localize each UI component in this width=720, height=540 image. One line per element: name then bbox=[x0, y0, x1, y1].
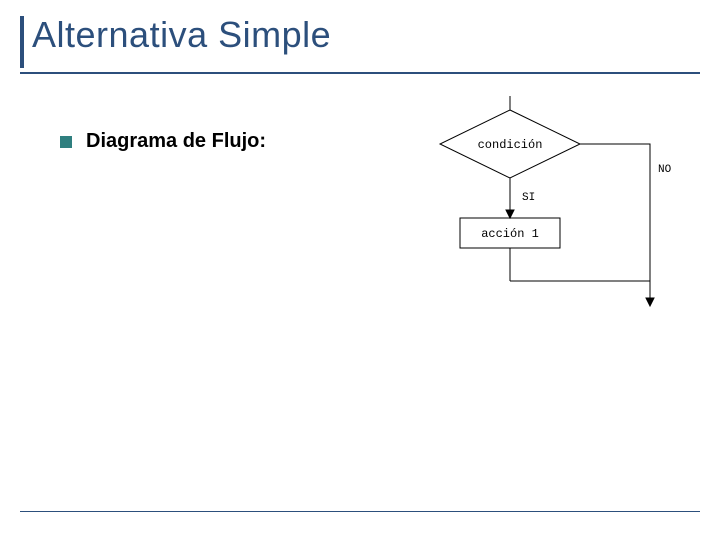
bullet-item: Diagrama de Flujo: bbox=[60, 130, 266, 153]
yes-arrowhead-icon bbox=[506, 210, 514, 218]
no-label: NO bbox=[658, 164, 672, 176]
decision-text: condición bbox=[478, 138, 543, 152]
action-text: acción 1 bbox=[481, 227, 539, 241]
no-line bbox=[580, 144, 650, 281]
title-block: Alternativa Simple bbox=[20, 14, 331, 56]
slide: Alternativa Simple Diagrama de Flujo: co… bbox=[0, 0, 720, 540]
slide-title: Alternativa Simple bbox=[20, 14, 331, 56]
exit-arrowhead-icon bbox=[646, 298, 654, 306]
bullet-icon bbox=[60, 136, 72, 148]
flowchart-diagram: condición SI acción 1 NO bbox=[380, 96, 690, 316]
title-underline bbox=[20, 72, 700, 74]
footer-rule bbox=[20, 511, 700, 512]
yes-label: SI bbox=[522, 192, 535, 204]
bullet-label: Diagrama de Flujo: bbox=[86, 130, 266, 153]
title-accent-bar bbox=[20, 16, 24, 68]
